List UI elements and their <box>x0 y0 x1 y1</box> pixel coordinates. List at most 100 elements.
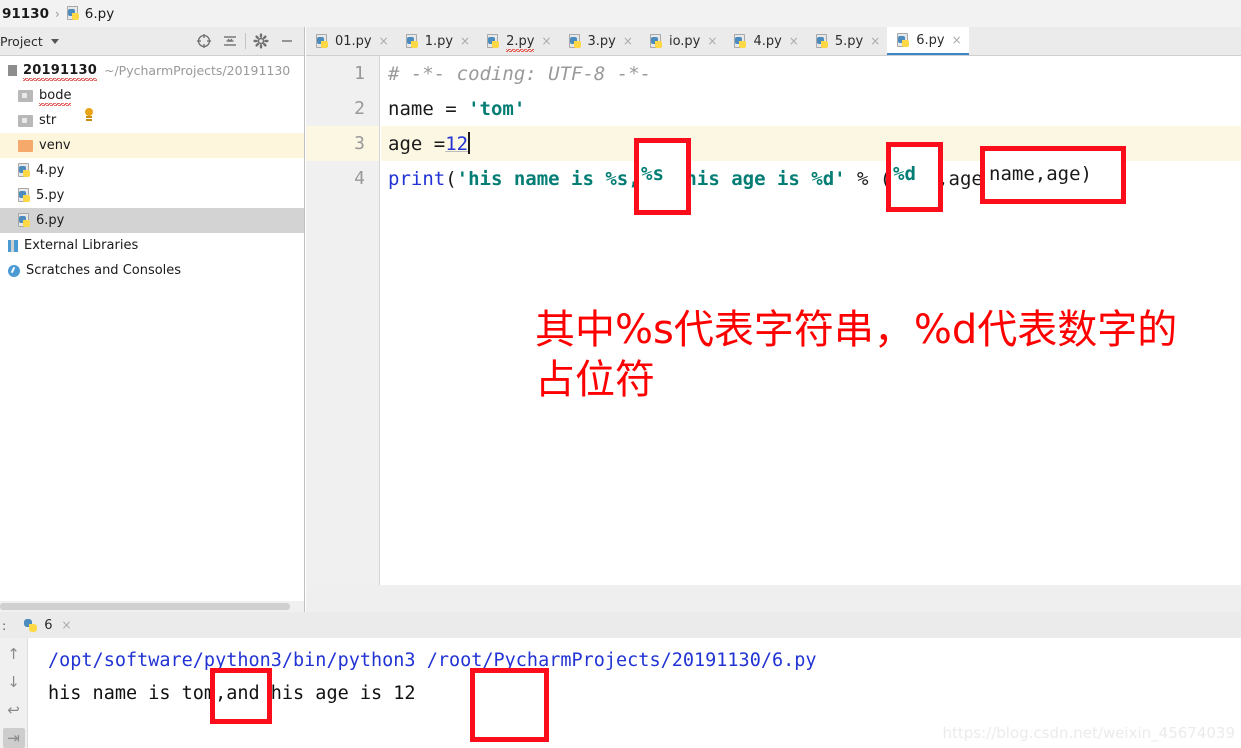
tree-item-scratches-consoles[interactable]: Scratches and Consoles <box>0 258 304 283</box>
tab-3py[interactable]: 3.py × <box>558 27 640 55</box>
python-file-icon <box>487 33 501 49</box>
code-fragment-percent-d: %d <box>893 163 916 185</box>
tab-5py[interactable]: 5.py × <box>805 27 888 55</box>
python-file-icon <box>18 163 32 178</box>
tree-item-str[interactable]: str <box>0 108 304 133</box>
tree-item-label: Scratches and Consoles <box>26 263 182 278</box>
tab-label: 3.py <box>587 33 616 49</box>
project-panel-title[interactable]: Project <box>0 34 43 49</box>
line-number: 4 <box>354 168 365 189</box>
scrollbar-thumb[interactable] <box>0 603 290 610</box>
tree-item-label: venv <box>39 138 71 153</box>
python-file-icon <box>18 213 32 228</box>
close-icon[interactable]: × <box>623 35 633 47</box>
breadcrumb: 91130 › 6.py <box>0 0 1241 27</box>
highlight-box-12-output <box>470 668 549 742</box>
code-fragment-tuple-args: name,age) <box>989 163 1092 185</box>
scroll-down-button[interactable]: ↓ <box>3 672 25 692</box>
pycharm-window: 91130 › 6.py Project 20191130 ~/PycharmP… <box>0 0 1241 748</box>
tab-1py[interactable]: 1.py × <box>395 27 478 55</box>
close-icon[interactable]: × <box>870 35 880 47</box>
tree-item-4py[interactable]: 4.py <box>0 158 304 183</box>
tab-01py[interactable]: 01.py × <box>306 27 396 55</box>
python-file-icon <box>18 188 32 203</box>
text-caret <box>468 131 471 154</box>
code-token-keyword: print <box>388 167 446 190</box>
python-file-icon <box>734 33 748 49</box>
close-icon[interactable]: × <box>707 35 717 47</box>
tree-item-5py[interactable]: 5.py <box>0 183 304 208</box>
close-icon[interactable]: × <box>379 35 389 47</box>
code-token-plain: ( <box>445 167 457 190</box>
tab-iopy[interactable]: io.py × <box>639 27 725 55</box>
close-icon[interactable]: × <box>460 35 470 47</box>
scroll-up-button[interactable]: ↑ <box>3 644 25 664</box>
code-line-1[interactable]: # -*- coding: UTF-8 -*- <box>381 56 1241 91</box>
folder-icon <box>18 89 33 102</box>
python-file-icon <box>568 33 583 49</box>
tree-item-6py[interactable]: 6.py <box>0 208 304 233</box>
python-file-icon <box>897 32 911 48</box>
minimize-icon[interactable] <box>274 28 300 54</box>
close-icon[interactable]: × <box>952 34 962 46</box>
close-icon[interactable]: × <box>62 618 72 632</box>
code-line-2[interactable]: name = 'tom' <box>381 91 1241 126</box>
close-icon[interactable]: × <box>789 35 799 47</box>
run-panel-prefix: : <box>2 617 7 633</box>
line-number: 2 <box>354 98 365 119</box>
soft-wrap-button[interactable]: ↩ <box>3 700 25 720</box>
editor-gutter[interactable]: 1 2 3 4 <box>306 56 380 585</box>
tab-label: 01.py <box>335 33 372 49</box>
tree-item-label: 6.py <box>36 213 65 228</box>
line-number: 3 <box>306 126 379 161</box>
python-file-icon <box>815 33 830 49</box>
tab-2py[interactable]: 2.py × <box>477 27 559 55</box>
scroll-to-end-button[interactable]: ⇥ <box>2 728 25 748</box>
tree-item-label: External Libraries <box>24 238 139 253</box>
run-tab-6[interactable]: 6 × <box>24 618 72 633</box>
breadcrumb-file-label: 6.py <box>84 5 115 22</box>
tab-label: 1.py <box>424 33 454 49</box>
highlight-box-tom-output <box>210 668 272 724</box>
breadcrumb-project[interactable]: 91130 <box>0 6 49 22</box>
line-number: 1 <box>354 63 365 84</box>
python-file-icon <box>649 33 664 49</box>
lightbulb-icon[interactable] <box>84 108 94 121</box>
code-token-plain: name = <box>388 97 469 120</box>
code-token-comment: # -*- coding: UTF-8 -*- <box>388 62 652 85</box>
editor-tab-bar: 01.py × 1.py × 2.py × 3.py × io.py × 4.p… <box>306 27 1241 56</box>
module-icon <box>8 65 17 76</box>
toolbar-divider <box>245 33 246 49</box>
project-tree: 20191130 ~/PycharmProjects/20191130 bode… <box>0 56 304 283</box>
tree-item-label: 4.py <box>36 163 65 178</box>
scratches-icon <box>8 264 20 277</box>
gear-icon[interactable] <box>248 28 274 54</box>
project-tool-window: Project 20191130 ~/PycharmProjects/20191… <box>0 27 305 612</box>
tab-4py[interactable]: 4.py × <box>724 27 806 55</box>
locate-icon[interactable] <box>191 28 217 54</box>
tab-label: 2.py <box>506 33 535 52</box>
editor-bottom-strip <box>306 585 1241 612</box>
run-side-toolbar: ↑ ↓ ↩ ⇥ <box>0 638 28 748</box>
tree-item-external-libraries[interactable]: External Libraries <box>0 233 304 258</box>
folder-icon <box>18 114 33 127</box>
tree-item-label: 5.py <box>36 188 65 203</box>
tree-item-bode[interactable]: bode <box>0 83 304 108</box>
python-icon <box>24 618 39 633</box>
close-icon[interactable]: × <box>541 35 551 47</box>
python-file-icon <box>66 6 81 21</box>
tab-6py[interactable]: 6.py × <box>887 27 969 55</box>
tree-item-path: ~/PycharmProjects/20191130 <box>103 63 291 78</box>
breadcrumb-separator: › <box>54 6 60 21</box>
collapse-all-icon[interactable] <box>217 28 243 54</box>
tab-label: 4.py <box>753 33 782 49</box>
chevron-down-icon[interactable] <box>50 38 59 44</box>
run-tool-window-tab-bar: : 6 × <box>0 612 1241 638</box>
tree-item-20191130[interactable]: 20191130 ~/PycharmProjects/20191130 <box>0 58 304 83</box>
code-token-number: 12 <box>445 132 469 155</box>
project-horizontal-scrollbar[interactable] <box>0 601 304 612</box>
breadcrumb-file[interactable]: 6.py <box>66 5 115 22</box>
project-panel-toolbar <box>191 28 304 54</box>
tree-item-venv[interactable]: venv <box>0 133 304 158</box>
tree-item-label: bode <box>39 88 72 106</box>
